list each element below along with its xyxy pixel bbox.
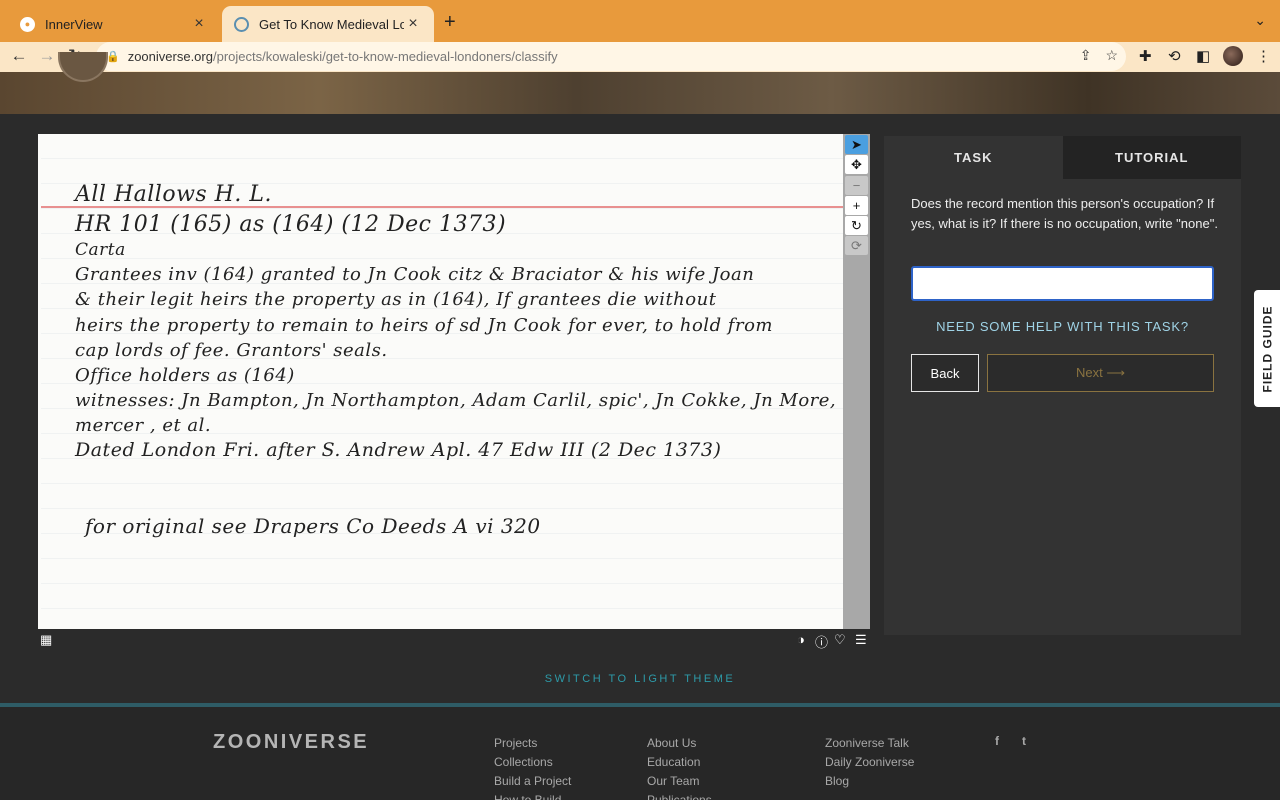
collections-list-icon[interactable]: ☰ xyxy=(855,632,867,648)
task-help-link[interactable]: NEED SOME HELP WITH THIS TASK? xyxy=(884,319,1241,334)
project-header-banner xyxy=(0,52,1280,114)
switch-theme-link[interactable]: SWITCH TO LIGHT THEME xyxy=(0,673,1280,685)
card-line: Dated London Fri. after S. Andrew Apl. 4… xyxy=(75,439,722,461)
card-line: HR 101 (165) as (164) (12 Dec 1373) xyxy=(75,212,507,237)
facebook-icon[interactable]: f xyxy=(995,734,999,748)
info-icon[interactable]: ⓘ xyxy=(815,632,828,651)
lock-icon: 🔒 xyxy=(106,51,120,63)
card-line: cap lords of fee. Grantors' seals. xyxy=(75,340,388,361)
footer-link[interactable]: Collections xyxy=(494,753,571,772)
address-bar[interactable]: 🔒 zooniverse.org/projects/kowaleski/get-… xyxy=(96,42,1126,71)
next-button[interactable]: Next ⟶ xyxy=(987,354,1214,392)
card-line: All Hallows H. L. xyxy=(75,182,272,207)
zooniverse-logo[interactable]: ZOONIVERSE xyxy=(213,731,369,754)
tab-task[interactable]: TASK xyxy=(884,136,1063,179)
footer-link[interactable]: Zooniverse Talk xyxy=(825,734,914,753)
browser-tab-bar: ● InnerView × Get To Know Medieval Londo… xyxy=(0,0,1280,42)
tab-tutorial[interactable]: TUTORIAL xyxy=(1062,136,1241,179)
favorite-heart-icon[interactable]: ♡ xyxy=(834,632,846,648)
tab-title: Get To Know Medieval Londoners xyxy=(259,16,404,32)
profile-avatar[interactable] xyxy=(1223,46,1243,66)
zoom-in-icon[interactable]: + xyxy=(845,196,868,215)
footer-link[interactable]: Blog xyxy=(825,772,914,791)
field-guide-tab[interactable]: FIELD GUIDE xyxy=(1254,290,1280,407)
footer-column-talk: Zooniverse Talk Daily Zooniverse Blog xyxy=(825,734,914,791)
footer-link[interactable]: How to Build xyxy=(494,791,571,800)
share-icon[interactable]: ⇪ xyxy=(1080,47,1092,64)
extension-icon[interactable]: ⟲ xyxy=(1168,47,1181,65)
innerview-favicon-icon: ● xyxy=(20,16,35,32)
footer-link[interactable]: Publications xyxy=(647,791,712,800)
card-line: mercer , et al. xyxy=(75,415,212,436)
footer-link[interactable]: Projects xyxy=(494,734,571,753)
subject-viewer[interactable]: All Hallows H. L. HR 101 (165) as (164) … xyxy=(38,134,870,629)
footer-link[interactable]: Daily Zooniverse xyxy=(825,753,914,772)
task-tabs: TASK TUTORIAL xyxy=(884,136,1241,179)
tab-innerview[interactable]: ● InnerView × xyxy=(8,6,220,42)
index-card-image: All Hallows H. L. HR 101 (165) as (164) … xyxy=(41,134,843,629)
footer: ZOONIVERSE Projects Collections Build a … xyxy=(0,707,1280,800)
forward-arrow-icon[interactable]: → xyxy=(36,46,58,66)
side-panel-icon[interactable]: ◧ xyxy=(1196,47,1210,65)
card-line: Grantees inv (164) granted to Jn Cook ci… xyxy=(75,264,755,285)
chevron-down-icon[interactable]: ⌄ xyxy=(1254,12,1266,29)
card-line: Office holders as (164) xyxy=(75,365,295,386)
field-guide-label: FIELD GUIDE xyxy=(1260,304,1275,393)
tab-title: InnerView xyxy=(45,16,103,32)
back-arrow-icon[interactable]: ← xyxy=(8,46,30,66)
footer-link[interactable]: Our Team xyxy=(647,772,712,791)
answer-input[interactable] xyxy=(911,266,1214,301)
bookmark-star-icon[interactable]: ☆ xyxy=(1105,47,1118,64)
footer-link[interactable]: About Us xyxy=(647,734,712,753)
close-tab-icon[interactable]: × xyxy=(190,15,208,33)
new-tab-plus-icon[interactable]: + xyxy=(444,11,456,34)
invert-colors-icon[interactable]: ◑ xyxy=(797,632,805,647)
kebab-menu-icon[interactable]: ⋮ xyxy=(1256,47,1271,65)
footer-column-about: About Us Education Our Team Publications xyxy=(647,734,712,800)
card-line: witnesses: Jn Bampton, Jn Northampton, A… xyxy=(75,390,837,411)
back-button[interactable]: Back xyxy=(911,354,979,392)
tab-zooniverse[interactable]: Get To Know Medieval Londoners × xyxy=(222,6,434,42)
card-line: heirs the property to remain to heirs of… xyxy=(75,315,773,336)
card-line: for original see Drapers Co Deeds A vi 3… xyxy=(85,514,541,538)
footer-link[interactable]: Build a Project xyxy=(494,772,571,791)
zoom-out-icon[interactable]: − xyxy=(845,176,868,195)
task-panel: TASK TUTORIAL Does the record mention th… xyxy=(884,136,1241,635)
close-tab-icon[interactable]: × xyxy=(404,15,422,33)
card-line: & their legit heirs the property as in (… xyxy=(75,289,717,310)
reset-icon[interactable]: ⟳ xyxy=(845,236,868,255)
footer-link[interactable]: Education xyxy=(647,753,712,772)
rotate-icon[interactable]: ↻ xyxy=(845,216,868,235)
footer-column-projects: Projects Collections Build a Project How… xyxy=(494,734,571,800)
url-path: /projects/kowaleski/get-to-know-medieval… xyxy=(212,49,558,64)
image-tools-bar: ➤ ✥ − + ↻ ⟳ xyxy=(843,134,870,629)
extensions-puzzle-icon[interactable]: ✚ xyxy=(1139,47,1152,65)
project-avatar[interactable] xyxy=(58,52,108,82)
browser-toolbar: ← → ↻ 🔒 zooniverse.org/projects/kowalesk… xyxy=(0,42,1280,72)
twitter-icon[interactable]: t xyxy=(1022,734,1026,748)
zooniverse-favicon-icon xyxy=(234,16,249,32)
filmstrip-icon[interactable]: ▦ xyxy=(40,632,52,648)
move-icon[interactable]: ✥ xyxy=(845,155,868,174)
url-host: zooniverse.org xyxy=(127,49,213,64)
card-line: Carta xyxy=(75,240,126,260)
pointer-icon[interactable]: ➤ xyxy=(845,135,868,154)
task-question: Does the record mention this person's oc… xyxy=(911,196,1218,231)
